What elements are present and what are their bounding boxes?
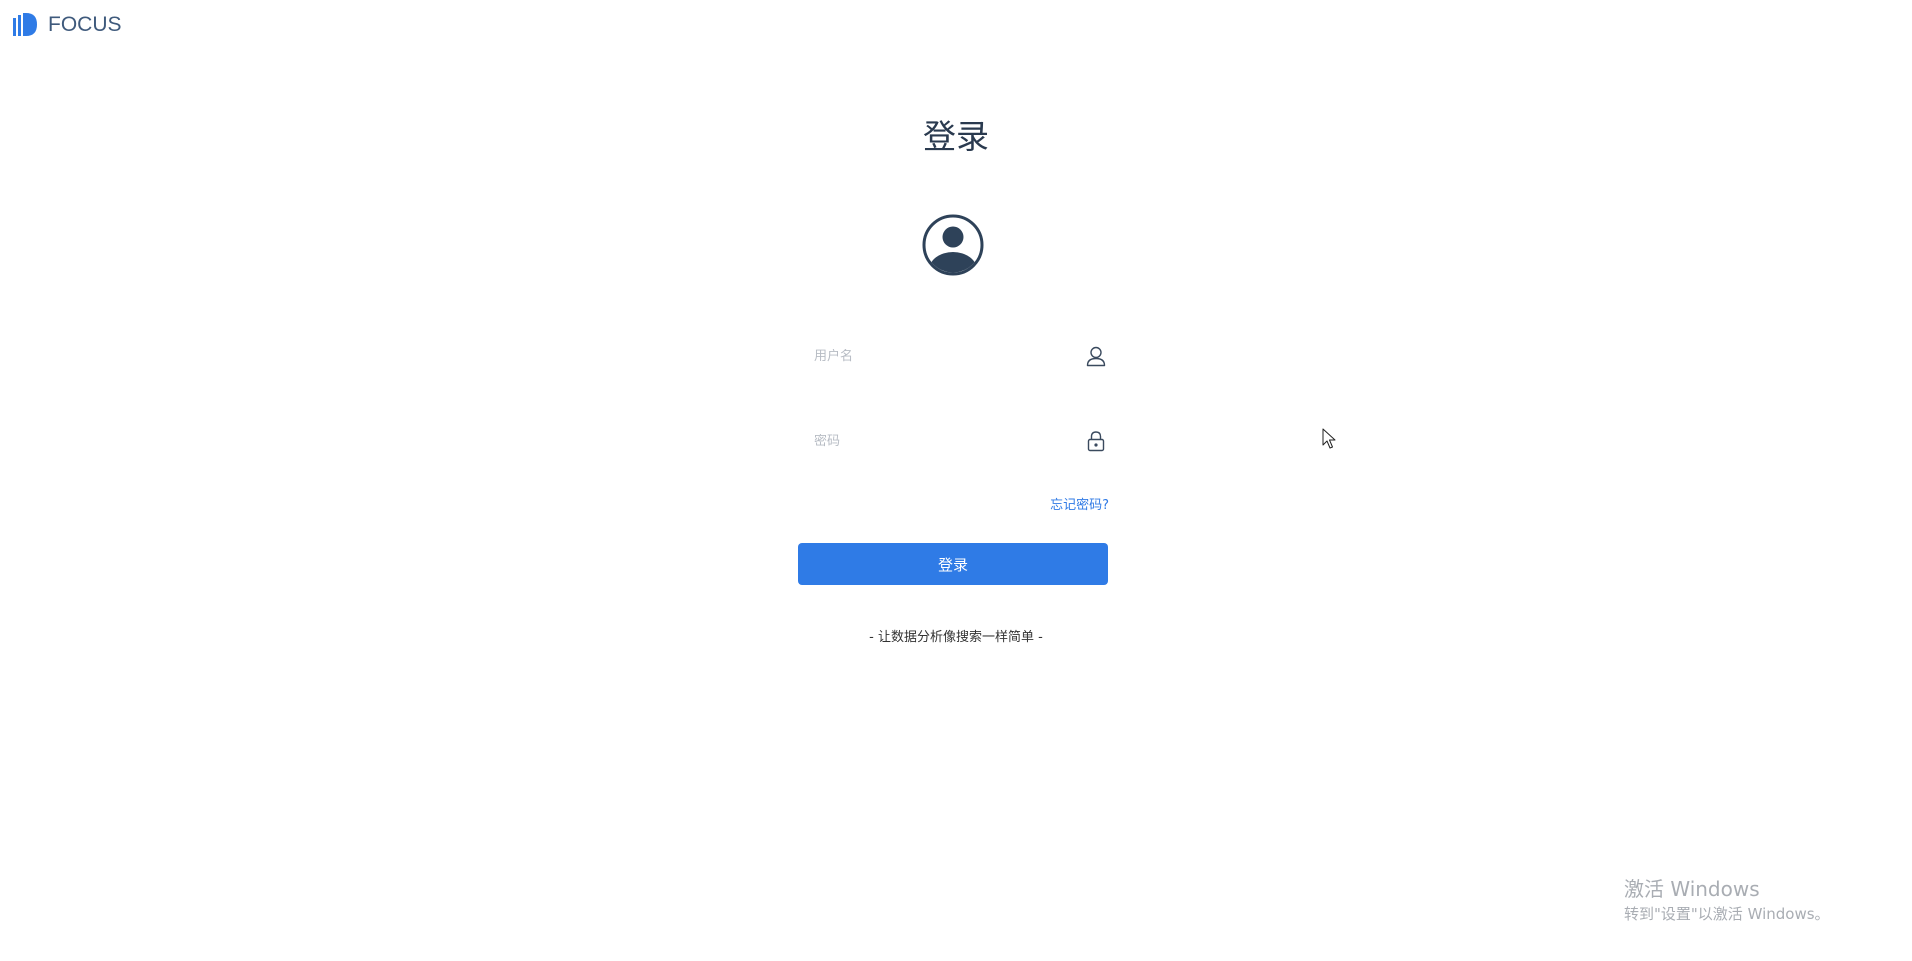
tagline: - 让数据分析像搜索一样简单 - — [869, 630, 1043, 645]
lock-icon — [1084, 429, 1108, 453]
password-field — [798, 421, 1108, 461]
page-title: 登录 — [923, 117, 989, 156]
username-field — [798, 336, 1108, 376]
watermark-subtitle: 转到"设置"以激活 Windows。 — [1624, 905, 1830, 923]
user-icon — [1084, 344, 1108, 368]
forgot-password-link[interactable]: 忘记密码? — [1000, 494, 1109, 513]
windows-activation-watermark: 激活 Windows 转到"设置"以激活 Windows。 — [1624, 876, 1830, 924]
focus-logo-icon — [12, 12, 38, 38]
user-circle-icon — [922, 214, 984, 276]
watermark-title: 激活 Windows — [1624, 877, 1760, 901]
brand-logo: FOCUS — [12, 12, 122, 38]
mouse-cursor-icon — [1322, 428, 1338, 455]
username-input[interactable] — [798, 348, 1054, 364]
login-button[interactable]: 登录 — [798, 543, 1108, 585]
brand-name: FOCUS — [48, 13, 122, 36]
password-input[interactable] — [798, 433, 1054, 449]
